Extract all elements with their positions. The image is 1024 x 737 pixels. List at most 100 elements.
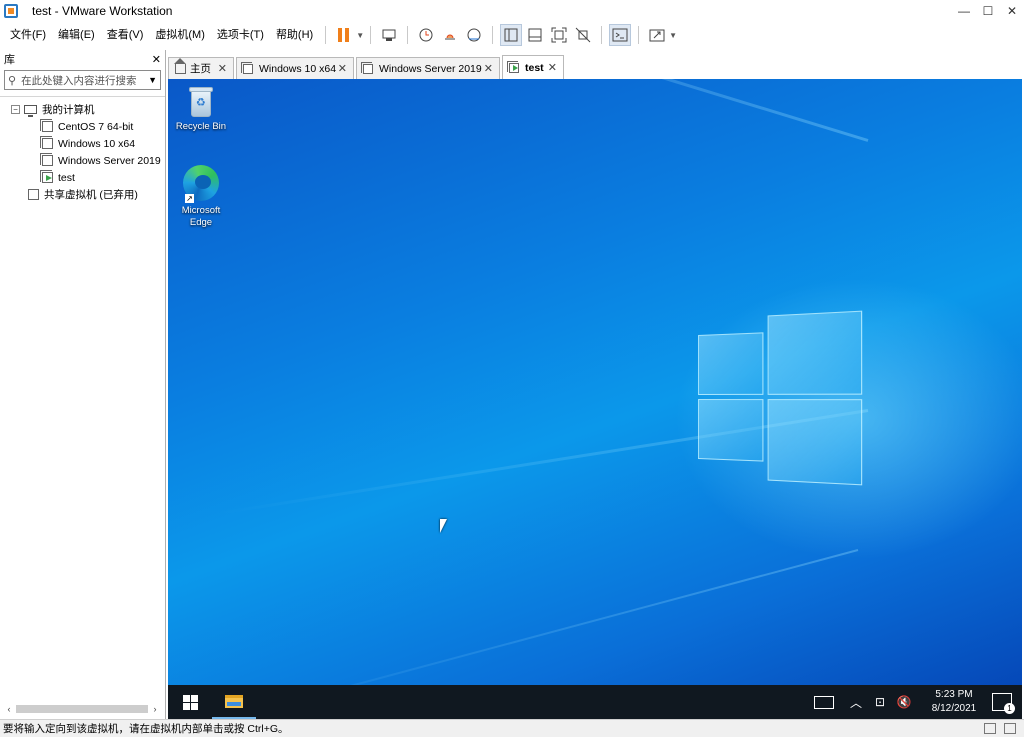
shared-vm-icon (28, 189, 39, 200)
action-center-icon[interactable]: 1 (992, 693, 1015, 714)
send-keys-icon (382, 29, 396, 41)
show-library-button[interactable] (500, 24, 523, 46)
library-close-icon[interactable]: ✕ (152, 53, 161, 66)
desktop-icon-recycle-bin[interactable]: ♻ Recycle Bin (174, 85, 228, 133)
recycle-bin-icon: ♻ (186, 85, 216, 119)
menu-tabs[interactable]: 选项卡(T) (211, 25, 270, 45)
tab-close-icon[interactable]: ✕ (484, 62, 493, 75)
library-header: 库 ✕ (0, 50, 165, 68)
full-screen-icon (551, 27, 567, 43)
library-view-icon (504, 28, 518, 42)
menu-vm[interactable]: 虚拟机(M) (149, 25, 211, 45)
window-controls: — ☐ ✕ (952, 0, 1024, 22)
collapse-icon[interactable]: − (11, 105, 20, 114)
home-icon (174, 57, 186, 74)
network-icon[interactable]: ⊡ (870, 692, 890, 712)
desktop-icon-edge[interactable]: ↗ Microsoft Edge (174, 165, 228, 229)
taskbar-clock[interactable]: 5:23 PM 8/12/2021 (924, 688, 984, 716)
tab-windows-server-2019[interactable]: Windows Server 2019 ✕ (356, 57, 500, 79)
start-button[interactable] (168, 685, 212, 719)
toolbar-separator (638, 26, 640, 44)
computer-icon (24, 105, 37, 117)
library-search-field[interactable]: ⚲ 在此处键入内容进行搜索 ▼ (4, 70, 161, 90)
desktop-icon-label: Recycle Bin (175, 121, 227, 132)
pause-button[interactable] (333, 24, 355, 46)
scroll-thumb[interactable] (16, 705, 148, 713)
toolbar-separator (492, 26, 494, 44)
power-dropdown-icon[interactable]: ▼ (356, 31, 364, 40)
shortcut-arrow-icon: ↗ (185, 194, 194, 203)
file-explorer-button[interactable] (212, 685, 256, 719)
folder-icon (225, 694, 243, 708)
tree-item-shared-vms[interactable]: 共享虚拟机 (已弃用) (0, 186, 165, 203)
tab-test[interactable]: test ✕ (502, 55, 564, 79)
status-text: 要将输入定向到该虚拟机，请在虚拟机内部单击或按 Ctrl+G。 (3, 723, 289, 735)
stretch-icon (649, 29, 665, 42)
vm-icon (241, 61, 253, 74)
minimize-button[interactable]: — (952, 0, 976, 22)
stretch-dropdown-icon[interactable]: ▼ (669, 31, 677, 40)
tree-item-vm-selected[interactable]: test (0, 169, 165, 186)
windows-logo-wallpaper (698, 310, 863, 486)
toolbar-separator (370, 26, 372, 44)
menu-edit[interactable]: 编辑(E) (52, 25, 101, 45)
stretch-guest-button[interactable] (646, 24, 668, 46)
tab-label: Windows 10 x64 (259, 62, 337, 75)
tab-close-icon[interactable]: ✕ (548, 61, 557, 74)
snapshot-icon (419, 28, 433, 42)
snapshot-manager-button[interactable] (463, 24, 485, 46)
scroll-right-icon[interactable]: › (150, 704, 160, 714)
touch-keyboard-icon[interactable] (814, 695, 834, 709)
toolbar-separator (601, 26, 603, 44)
tree-item-vm[interactable]: Windows Server 2019 (0, 152, 165, 169)
tab-windows-10[interactable]: Windows 10 x64 ✕ (236, 57, 354, 79)
snapshot-button[interactable] (415, 24, 437, 46)
tree-item-my-computer[interactable]: − 我的计算机 (0, 101, 165, 118)
menu-view[interactable]: 查看(V) (101, 25, 150, 45)
library-pane: 库 ✕ ⚲ 在此处键入内容进行搜索 ▼ − 我的计算机 CentOS 7 64-… (0, 50, 166, 719)
vmware-logo-icon (4, 4, 18, 18)
volume-muted-icon[interactable]: 🔇 (894, 692, 914, 712)
full-screen-button[interactable] (548, 24, 570, 46)
console-view-button[interactable] (609, 24, 632, 46)
maximize-button[interactable]: ☐ (976, 0, 1000, 22)
message-log-icon[interactable] (1004, 723, 1016, 734)
wallpaper-light-beam (200, 549, 859, 685)
show-hidden-icons-chevron-icon[interactable]: ︿ (846, 692, 866, 712)
tab-label: Windows Server 2019 (379, 62, 482, 75)
vm-icon (40, 119, 53, 132)
vm-running-icon (40, 170, 53, 183)
tab-home[interactable]: 主页 ✕ (168, 57, 234, 79)
send-ctrl-alt-del-button[interactable] (378, 24, 400, 46)
tab-label: test (525, 61, 544, 74)
tab-close-icon[interactable]: ✕ (338, 62, 347, 75)
menu-file[interactable]: 文件(F) (4, 25, 52, 45)
network-device-icon[interactable] (984, 723, 996, 734)
wallpaper-light-beam (255, 79, 869, 142)
tree-item-vm[interactable]: CentOS 7 64-bit (0, 118, 165, 135)
tree-item-label: CentOS 7 64-bit (58, 120, 134, 133)
revert-snapshot-button[interactable] (439, 24, 461, 46)
menu-toolbar: 文件(F) 编辑(E) 查看(V) 虚拟机(M) 选项卡(T) 帮助(H) ▼ … (0, 22, 1024, 48)
tree-item-vm[interactable]: Windows 10 x64 (0, 135, 165, 152)
thumbnail-bar-icon (528, 28, 542, 42)
tree-item-label: 我的计算机 (42, 104, 95, 116)
close-button[interactable]: ✕ (1000, 0, 1024, 22)
unity-button[interactable] (572, 24, 594, 46)
menu-help[interactable]: 帮助(H) (270, 25, 319, 45)
window-title: test - VMware Workstation (32, 4, 173, 18)
search-icon: ⚲ (8, 74, 17, 87)
vm-running-icon (507, 60, 519, 73)
title-bar: test - VMware Workstation — ☐ ✕ (0, 0, 1024, 22)
library-horizontal-scrollbar[interactable]: ‹ › (4, 702, 160, 716)
thumbnail-bar-button[interactable] (524, 24, 546, 46)
vm-icon (361, 61, 373, 74)
revert-snapshot-icon (445, 34, 456, 40)
tab-strip: 主页 ✕ Windows 10 x64 ✕ Windows Server 201… (168, 55, 566, 79)
tab-close-icon[interactable]: ✕ (218, 62, 227, 75)
notification-count-badge: 1 (1004, 703, 1015, 714)
guest-desktop[interactable]: ♻ Recycle Bin ↗ Microsoft Edge (168, 79, 1022, 685)
search-dropdown-icon[interactable]: ▼ (148, 75, 157, 85)
scroll-left-icon[interactable]: ‹ (4, 704, 14, 714)
toolbar-separator (407, 26, 409, 44)
